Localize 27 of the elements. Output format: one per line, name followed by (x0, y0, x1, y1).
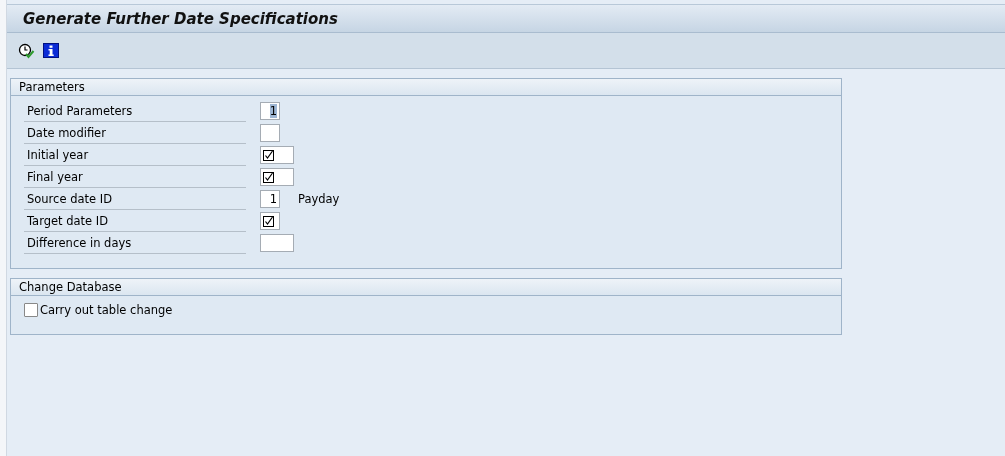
input-field[interactable] (260, 168, 294, 186)
input-field[interactable]: 1 (260, 190, 280, 208)
required-icon (263, 215, 274, 227)
required-icon (263, 149, 274, 161)
field-description: Payday (298, 192, 340, 206)
group-title: Change Database (11, 279, 841, 296)
required-icon (263, 171, 274, 183)
execute-icon[interactable] (18, 42, 35, 59)
group-title: Parameters (11, 79, 841, 96)
field-value: 1 (269, 192, 277, 206)
input-field[interactable] (260, 234, 294, 252)
field-value: 1 (269, 104, 277, 118)
input-field[interactable] (260, 146, 294, 164)
field-label: Period Parameters (24, 100, 246, 122)
checkbox[interactable] (24, 303, 38, 317)
input-field[interactable]: 1 (260, 102, 280, 120)
input-field[interactable] (260, 212, 280, 230)
checkbox-label: Carry out table change (40, 303, 173, 317)
field-label: Initial year (24, 144, 246, 166)
input-field[interactable] (260, 124, 280, 142)
field-label: Source date ID (24, 188, 246, 210)
window-title: Generate Further Date Specifications (23, 9, 338, 28)
field-label: Date modifier (24, 122, 246, 144)
field-label: Difference in days (24, 232, 246, 254)
field-label: Final year (24, 166, 246, 188)
info-icon[interactable] (43, 43, 59, 58)
field-label: Target date ID (24, 210, 246, 232)
